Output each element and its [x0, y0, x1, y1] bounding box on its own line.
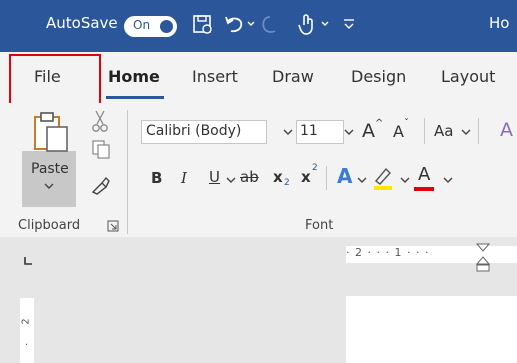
paste-label: Paste — [31, 161, 69, 177]
underline-chevron-icon[interactable] — [226, 177, 236, 184]
font-name-dropdown[interactable]: Calibri (Body) — [141, 120, 267, 144]
font-color-button[interactable]: A — [418, 164, 430, 185]
vertical-ruler[interactable]: 2 · — [20, 298, 34, 363]
active-tab-indicator — [106, 96, 164, 99]
font-color-swatch — [414, 187, 434, 191]
vruler-tick: 2 — [20, 318, 32, 325]
vruler-dot: · — [25, 340, 29, 351]
font-name-chevron-icon[interactable] — [283, 129, 293, 136]
touch-dropdown-chevron-icon[interactable] — [321, 21, 329, 27]
undo-icon[interactable] — [222, 13, 246, 37]
font-group-label: Font — [305, 218, 334, 233]
customize-quick-access-icon[interactable] — [343, 17, 355, 31]
tab-home[interactable]: Home — [108, 67, 160, 86]
document-title: Ho — [489, 14, 510, 32]
toggle-knob — [160, 20, 173, 33]
text-effects-chevron-icon[interactable] — [357, 177, 367, 184]
ruler-ticks: · 2 · · · 1 · · · — [346, 246, 430, 259]
highlight-chevron-icon[interactable] — [400, 177, 410, 184]
subscript-button[interactable]: x — [273, 168, 283, 186]
autosave-toggle-state: On — [133, 18, 151, 32]
font-separator — [478, 118, 479, 144]
clipboard-group-label: Clipboard — [18, 218, 81, 233]
document-page[interactable] — [346, 296, 517, 363]
save-icon[interactable] — [192, 14, 214, 36]
superscript-button[interactable]: x — [301, 168, 311, 186]
strikethrough-button[interactable]: ab — [240, 168, 259, 186]
font-size-dropdown[interactable]: 11 — [296, 120, 344, 144]
tab-insert[interactable]: Insert — [192, 67, 238, 86]
grow-font-caret: ^ — [375, 118, 384, 129]
font-color-chevron-icon[interactable] — [443, 177, 453, 184]
subscript-marker: 2 — [284, 178, 290, 188]
change-case-button[interactable]: Aa — [434, 122, 453, 140]
shrink-font-button[interactable]: A — [393, 122, 404, 141]
font-size-chevron-icon[interactable] — [344, 129, 354, 136]
tab-layout[interactable]: Layout — [441, 67, 495, 86]
grow-font-button[interactable]: A — [362, 120, 375, 142]
font-size-value: 11 — [300, 123, 318, 139]
copy-icon[interactable] — [92, 140, 110, 160]
undo-dropdown-chevron-icon[interactable] — [247, 21, 255, 27]
clipboard-launcher-icon[interactable] — [107, 220, 119, 232]
bold-button[interactable]: B — [151, 169, 162, 187]
font-name-value: Calibri (Body) — [146, 123, 242, 139]
cut-icon[interactable] — [90, 109, 110, 133]
change-case-chevron-icon[interactable] — [461, 129, 471, 136]
superscript-marker: 2 — [312, 163, 318, 173]
font-separator — [424, 118, 425, 144]
font-separator — [326, 166, 327, 190]
shrink-font-caret: ˇ — [404, 118, 409, 129]
paste-options-chevron-icon[interactable] — [44, 183, 54, 190]
group-separator — [127, 110, 128, 234]
tab-draw[interactable]: Draw — [272, 67, 314, 86]
format-painter-icon[interactable] — [89, 175, 111, 195]
indent-marker-icon[interactable] — [476, 243, 490, 287]
autosave-toggle[interactable]: On — [124, 16, 177, 37]
tab-stop-selector-icon[interactable] — [23, 256, 33, 266]
clear-formatting-icon[interactable]: A — [500, 119, 513, 141]
touch-mode-icon[interactable] — [297, 13, 317, 37]
tab-design[interactable]: Design — [351, 67, 406, 86]
underline-button[interactable]: U — [209, 168, 220, 186]
highlight-pen-icon[interactable] — [372, 165, 394, 191]
clipboard-paste-icon[interactable] — [33, 111, 71, 153]
text-effects-button[interactable]: A — [337, 164, 352, 188]
italic-button[interactable]: I — [181, 169, 187, 187]
redo-icon — [262, 16, 276, 33]
title-bar: AutoSave On Ho — [0, 0, 517, 52]
file-tab-highlight — [9, 54, 101, 106]
horizontal-ruler[interactable]: · 2 · · · 1 · · · — [346, 246, 517, 263]
paste-button[interactable] — [22, 151, 76, 207]
autosave-label: AutoSave — [46, 14, 118, 32]
